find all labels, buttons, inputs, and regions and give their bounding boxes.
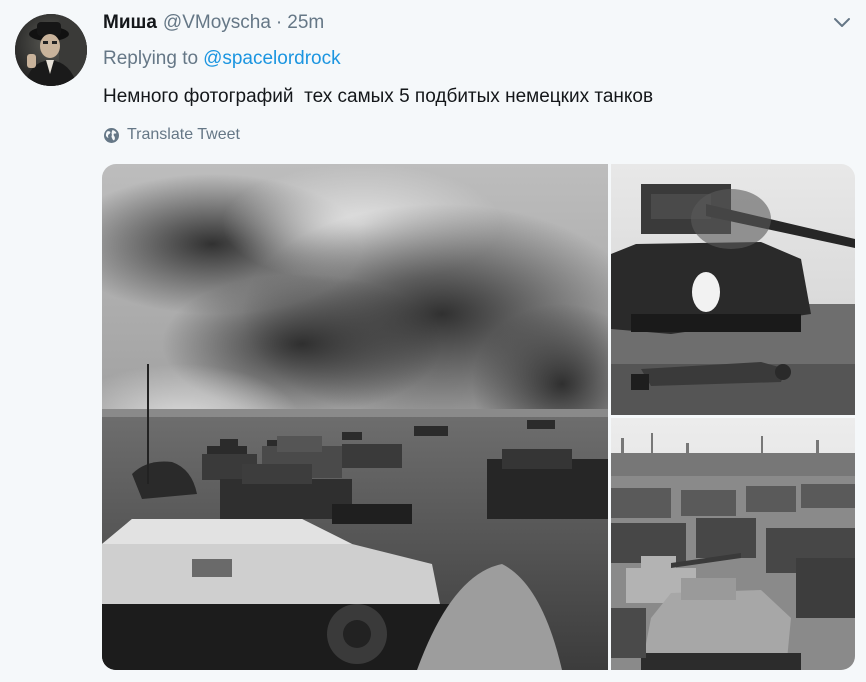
globe-icon (103, 127, 120, 144)
separator-dot: · (275, 12, 283, 33)
photo-tank-graveyard[interactable] (611, 418, 855, 670)
media-grid (102, 164, 855, 670)
tweet: Миша @VMoyscha · 25m Replying to @spacelo… (0, 0, 866, 682)
translate-tweet-button[interactable]: Translate Tweet (103, 126, 240, 144)
replying-to-link[interactable]: @spacelordrock (203, 48, 341, 69)
replying-to: Replying to @spacelordrock (103, 48, 341, 70)
photo-battlefield-tanks[interactable] (102, 164, 608, 670)
author-name[interactable]: Миша (103, 12, 157, 34)
tweet-header: Миша @VMoyscha · 25m (103, 12, 324, 36)
tweet-timestamp[interactable]: 25m (287, 12, 324, 34)
translate-label: Translate Tweet (127, 126, 240, 143)
author-handle[interactable]: @VMoyscha (163, 12, 271, 34)
chevron-down-icon[interactable] (832, 16, 852, 30)
replying-prefix: Replying to (103, 48, 199, 69)
avatar[interactable] (15, 14, 87, 86)
photo-burning-tank[interactable] (611, 164, 855, 415)
tweet-text: Немного фотографий тех самых 5 подбитых … (103, 86, 654, 107)
